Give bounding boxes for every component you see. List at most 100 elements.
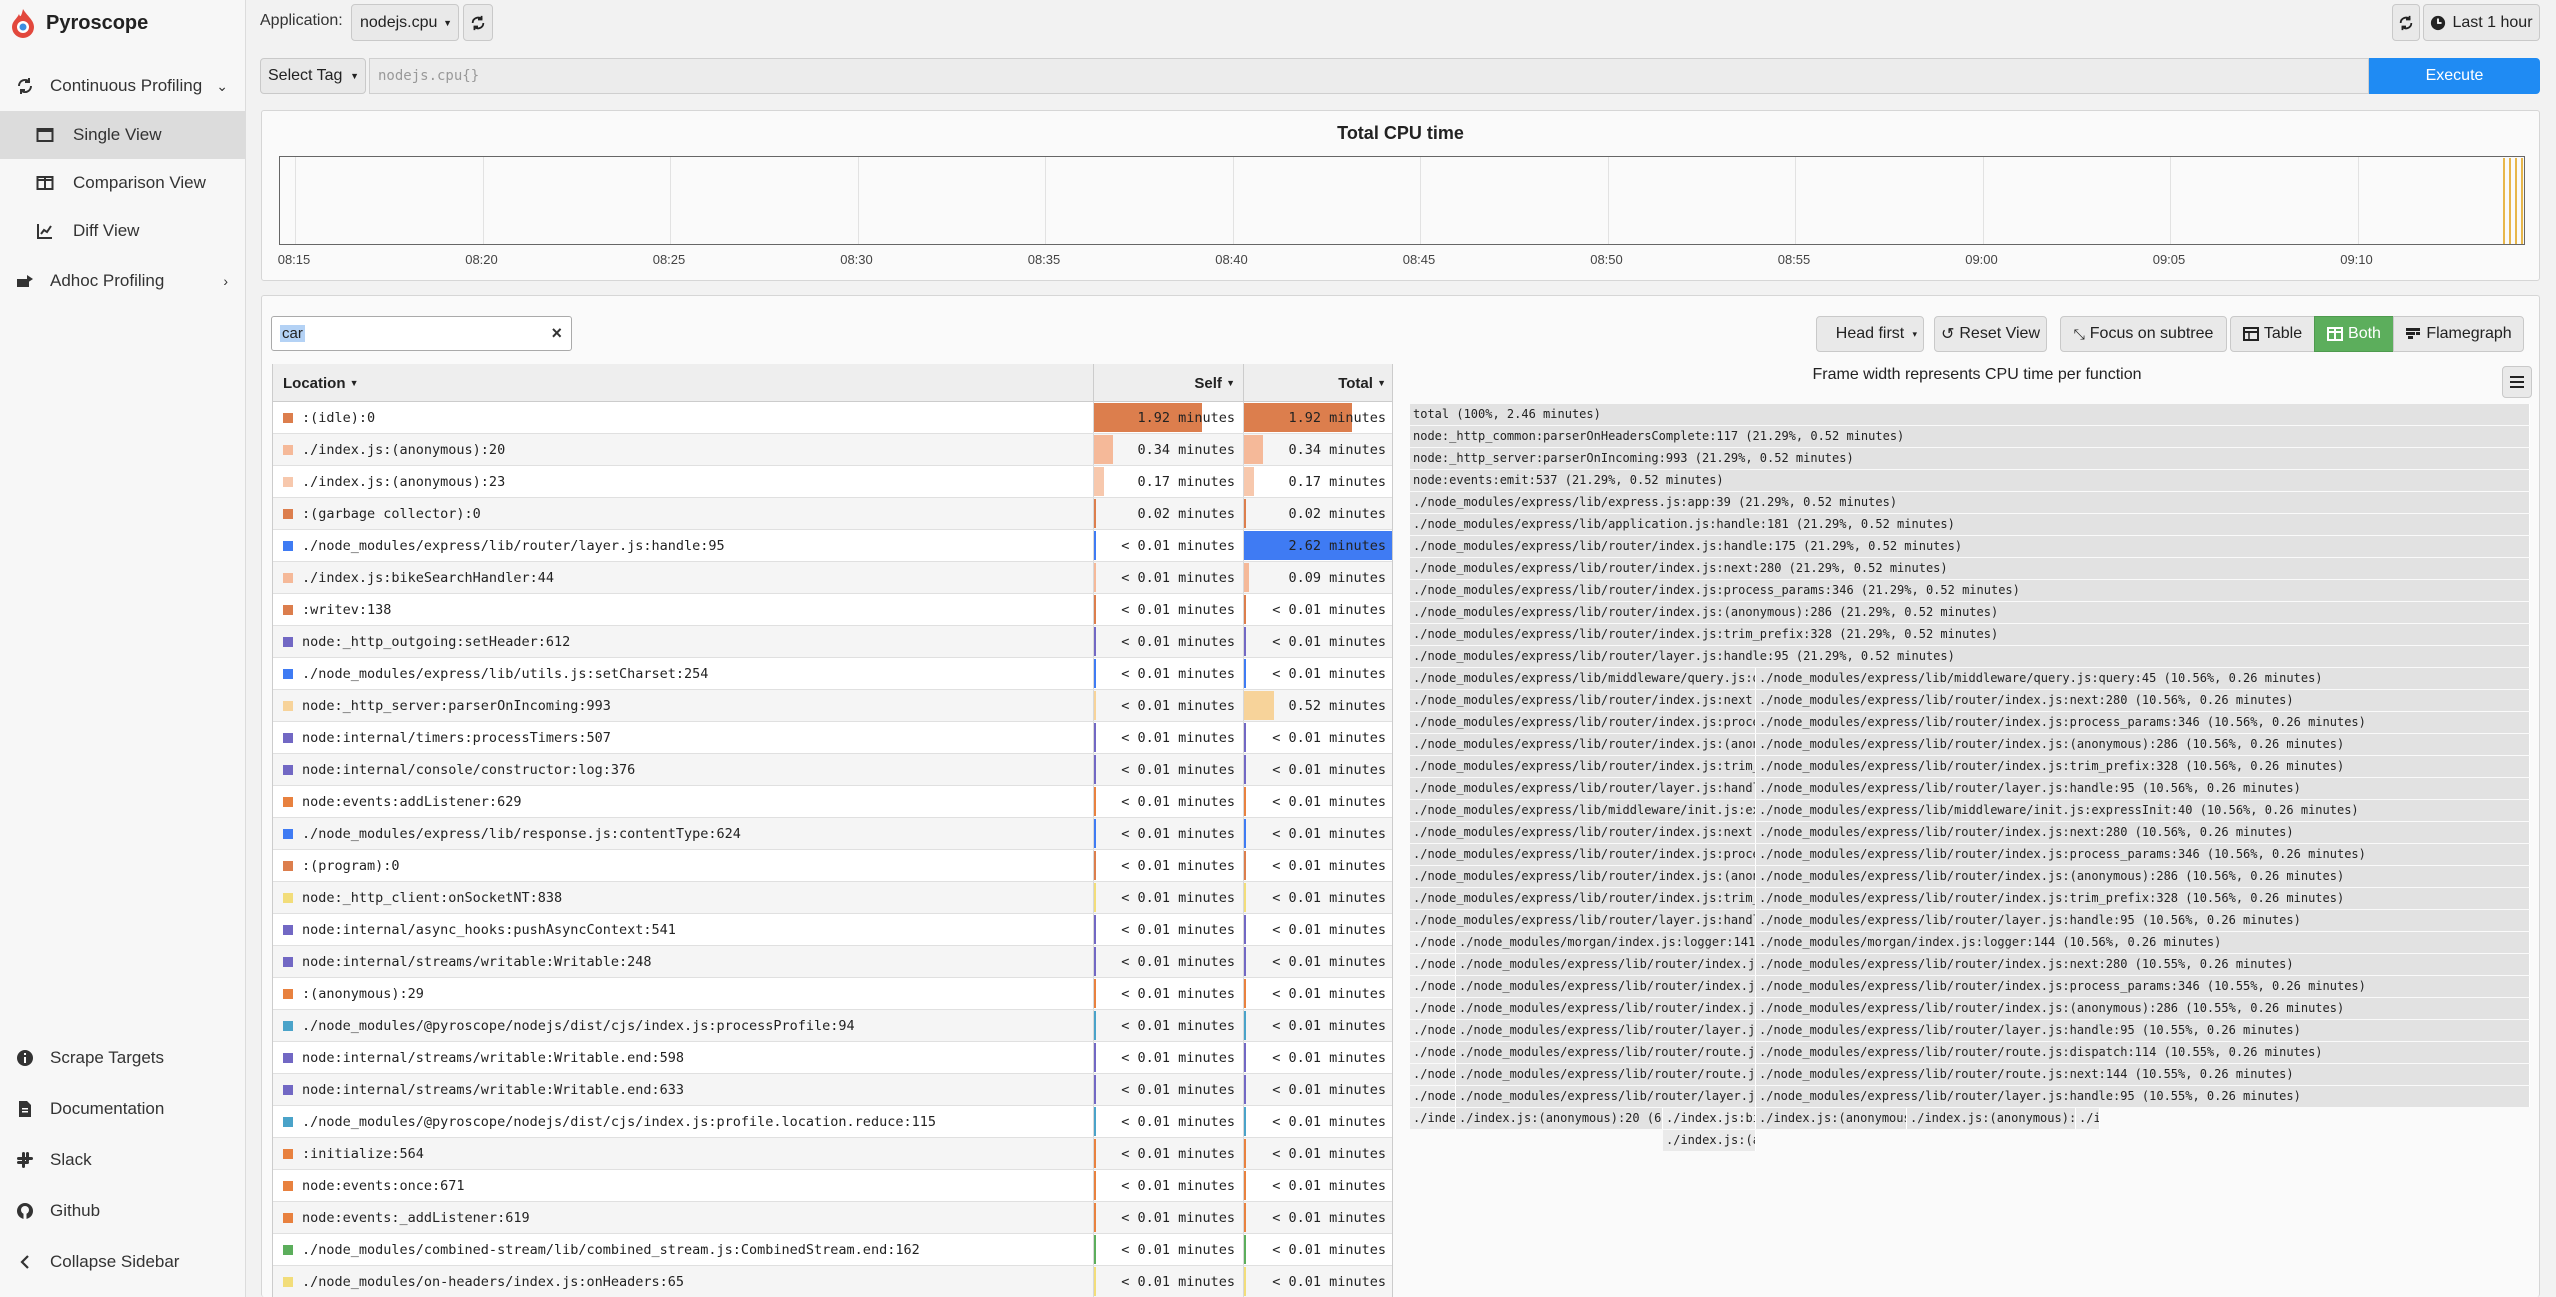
flamegraph-frame[interactable]: ./node_modules/express/lib/router/index.… <box>1410 624 2530 645</box>
nav-single-view[interactable]: Single View <box>0 111 246 159</box>
table-row[interactable]: ./node_modules/@pyroscope/nodejs/dist/cj… <box>273 1010 1392 1042</box>
table-row[interactable]: node:internal/timers:processTimers:507 < … <box>273 722 1392 754</box>
flamegraph-frame[interactable]: ./node_modules/express/lib/router/index.… <box>1756 866 2530 887</box>
clear-icon[interactable]: × <box>551 323 562 344</box>
table-row[interactable]: :(program):0 < 0.01 minutes < 0.01 minutes <box>273 850 1392 882</box>
flamegraph-frame[interactable]: ./node_modules/express/lib/router/index.… <box>1756 756 2530 777</box>
table-row[interactable]: node:events:addListener:629 < 0.01 minute… <box>273 786 1392 818</box>
flamegraph-frame[interactable]: ./node_modules/express/lib/router/index.… <box>1410 954 1456 975</box>
flamegraph-frame[interactable]: ./node_modules/express/lib/router/index.… <box>1756 712 2530 733</box>
flamegraph-frame[interactable]: ./node_modules/express/lib/router/layer.… <box>1756 778 2530 799</box>
execute-button[interactable]: Execute <box>2369 58 2540 94</box>
table-row[interactable]: :(idle):0 1.92 minutes 1.92 minutes <box>273 402 1392 434</box>
flamegraph-frame[interactable]: ./index.js:(anonymous):23 <box>2076 1108 2100 1129</box>
table-row[interactable]: node:_http_client:onSocketNT:838 < 0.01 m… <box>273 882 1392 914</box>
nav-comparison-view[interactable]: Comparison View <box>0 159 246 207</box>
flamegraph-frame[interactable]: ./node_modules/express/lib/middleware/in… <box>1410 800 1756 821</box>
nav-github[interactable]: Github <box>0 1187 246 1235</box>
reset-view-button[interactable]: ↺ Reset View <box>1934 316 2047 352</box>
flamegraph-frame[interactable]: ./node_modules/express/lib/router/index.… <box>1756 690 2530 711</box>
total-column-header[interactable]: Total ▼ <box>1243 364 1392 402</box>
query-input[interactable]: nodejs.cpu{} <box>369 58 2369 94</box>
table-row[interactable]: :(anonymous):29 < 0.01 minutes < 0.01 minu… <box>273 978 1392 1010</box>
flamegraph-frame[interactable]: ./node_modules/express/lib/router/index.… <box>1756 822 2530 843</box>
table-row[interactable]: node:internal/streams/writable:Writable.… <box>273 1042 1392 1074</box>
nav-slack[interactable]: Slack <box>0 1136 246 1184</box>
table-row[interactable]: ./node_modules/express/lib/response.js:c… <box>273 818 1392 850</box>
select-tag-button[interactable]: Select Tag ▼ <box>260 58 366 94</box>
table-row[interactable]: node:_http_outgoing:setHeader:612 < 0.01 … <box>273 626 1392 658</box>
flamegraph-frame[interactable]: ./node_modules/express/lib/router/index.… <box>1756 844 2530 865</box>
flamegraph-frame[interactable]: ./node_modules/express/lib/router/layer.… <box>1456 1086 1756 1107</box>
flamegraph-frame[interactable]: ./node_modules/express/lib/router/index.… <box>1410 844 1756 865</box>
flamegraph-frame[interactable]: node:_http_server:parserOnIncoming:993 (… <box>1410 448 2530 469</box>
flamegraph-frame[interactable]: ./node_modules/express/lib/router/index.… <box>1456 976 1756 997</box>
flamegraph-frame[interactable]: ./node_modules/express/lib/application.j… <box>1410 514 2530 535</box>
flamegraph-frame[interactable]: ./node_modules/morgan/index.js:logger:14… <box>1456 932 1756 953</box>
table-row[interactable]: :(garbage collector):0 0.02 minutes 0.02 m… <box>273 498 1392 530</box>
table-row[interactable]: :writev:138 < 0.01 minutes < 0.01 minutes <box>273 594 1392 626</box>
flamegraph-frame[interactable]: ./node_modules/express/lib/router/index.… <box>1410 822 1756 843</box>
flamegraph-frame[interactable]: ./node_modules/express/lib/router/layer.… <box>1756 1020 2530 1041</box>
flamegraph-frame[interactable]: ./node_modules/express/lib/router/index.… <box>1456 998 1756 1019</box>
flamegraph-frame[interactable]: ./node_modules/express/lib/router/index.… <box>1410 690 1756 711</box>
location-column-header[interactable]: Location ▼ <box>283 364 359 402</box>
head-first-select[interactable]: Head first ▾ <box>1816 316 1924 352</box>
flamegraph-frame[interactable]: ./index.js:(anonymous):20 <box>1410 1108 1456 1129</box>
timeline-plot[interactable] <box>279 156 2525 245</box>
self-column-header[interactable]: Self ▼ <box>1093 364 1243 402</box>
flamegraph-frame[interactable]: ./node_modules/express/lib/router/layer.… <box>1410 778 1756 799</box>
nav-diff-view[interactable]: Diff View <box>0 207 246 255</box>
flamegraph-frame[interactable]: ./index.js:(anonymous):20 (4.53%, 0.11 m… <box>1756 1108 1907 1129</box>
flamegraph-frame[interactable]: ./node_modules/express/lib/router/index.… <box>1756 888 2530 909</box>
nav-adhoc-profiling[interactable]: Adhoc Profiling › <box>0 257 246 305</box>
flamegraph-frame[interactable]: ./node_modules/express/lib/router/index.… <box>1756 998 2530 1019</box>
flamegraph-frame[interactable]: ./node_modules/morgan/index.js:logger:14… <box>1756 932 2530 953</box>
flamegraph-frame[interactable]: ./node_modules/express/lib/router/route.… <box>1410 1042 1456 1063</box>
table-row[interactable]: ./node_modules/@pyroscope/nodejs/dist/cj… <box>273 1106 1392 1138</box>
application-select[interactable]: nodejs.cpu ▼ <box>351 4 459 41</box>
table-row[interactable]: ./node_modules/on-headers/index.js:onHea… <box>273 1266 1392 1297</box>
flamegraph-frame[interactable]: ./node_modules/express/lib/middleware/qu… <box>1410 668 1756 689</box>
flamegraph-frame[interactable]: ./index.js:(anonymous):23 (5.21%, 0.13 m… <box>1907 1108 2076 1129</box>
flamegraph-frame[interactable]: ./node_modules/express/lib/router/index.… <box>1410 756 1756 777</box>
flamegraph-frame[interactable]: ./node_modules/express/lib/router/index.… <box>1410 998 1456 1019</box>
flamegraph-frame[interactable]: ./node_modules/express/lib/router/route.… <box>1456 1064 1756 1085</box>
flamegraph-frame[interactable]: ./node_modules/express/lib/router/layer.… <box>1456 1020 1756 1041</box>
flamegraph-frame[interactable]: ./node_modules/morgan/index.js:logger:14… <box>1410 932 1456 953</box>
flamegraph-frame[interactable]: ./node_modules/express/lib/router/index.… <box>1410 712 1756 733</box>
nav-continuous-profiling[interactable]: Continuous Profiling ⌄ <box>0 62 246 110</box>
table-row[interactable]: ./index.js:(anonymous):20 0.34 minutes 0.3… <box>273 434 1392 466</box>
brand[interactable]: Pyroscope <box>10 6 148 40</box>
flamegraph-frame[interactable]: ./node_modules/express/lib/router/index.… <box>1410 976 1456 997</box>
nav-collapse-sidebar[interactable]: Collapse Sidebar <box>0 1238 246 1286</box>
flamegraph-view-button[interactable]: Flamegraph <box>2393 316 2524 352</box>
flamegraph-frame[interactable]: ./node_modules/express/lib/router/index.… <box>1410 558 2530 579</box>
flamegraph-frame[interactable]: ./index.js:bikeSearchHandler:44 <box>1663 1108 1756 1129</box>
table-search-input[interactable]: car × <box>271 316 572 351</box>
flamegraph-frame[interactable]: ./node_modules/express/lib/express.js:ap… <box>1410 492 2530 513</box>
table-row[interactable]: node:internal/async_hooks:pushAsyncConte… <box>273 914 1392 946</box>
flamegraph-frame[interactable]: ./index.js:(anonymous):23 <box>1663 1130 1756 1151</box>
flamegraph-frame[interactable]: ./node_modules/express/lib/router/index.… <box>1410 536 2530 557</box>
table-row[interactable]: node:internal/streams/writable:Writable.… <box>273 1074 1392 1106</box>
refresh-button[interactable] <box>2392 4 2420 41</box>
flamegraph-frame[interactable]: ./node_modules/express/lib/router/layer.… <box>1756 910 2530 931</box>
table-row[interactable]: ./node_modules/express/lib/router/layer.… <box>273 530 1392 562</box>
flamegraph-frame[interactable]: ./node_modules/express/lib/router/route.… <box>1410 1064 1456 1085</box>
flamegraph-frame[interactable]: ./node_modules/express/lib/router/index.… <box>1410 866 1756 887</box>
table-row[interactable]: node:events:_addListener:619 < 0.01 minut… <box>273 1202 1392 1234</box>
time-range-button[interactable]: Last 1 hour <box>2423 4 2540 41</box>
flamegraph-frame[interactable]: ./node_modules/express/lib/router/index.… <box>1756 976 2530 997</box>
flamegraph-frame[interactable]: ./node_modules/express/lib/router/index.… <box>1410 734 1756 755</box>
table-row[interactable]: ./node_modules/express/lib/utils.js:setC… <box>273 658 1392 690</box>
nav-documentation[interactable]: Documentation <box>0 1085 246 1133</box>
flamegraph-frame[interactable]: total (100%, 2.46 minutes) <box>1410 404 2530 425</box>
flamegraph-frame[interactable]: ./node_modules/express/lib/router/layer.… <box>1410 646 2530 667</box>
refresh-apps-button[interactable] <box>463 4 493 41</box>
flamegraph-frame[interactable]: ./node_modules/express/lib/router/route.… <box>1456 1042 1756 1063</box>
flamegraph-frame[interactable]: ./node_modules/express/lib/router/index.… <box>1410 888 1756 909</box>
table-row[interactable]: node:internal/console/constructor:log:37… <box>273 754 1392 786</box>
flamegraph-frame[interactable]: ./node_modules/express/lib/router/index.… <box>1456 954 1756 975</box>
table-row[interactable]: ./node_modules/combined-stream/lib/combi… <box>273 1234 1392 1266</box>
